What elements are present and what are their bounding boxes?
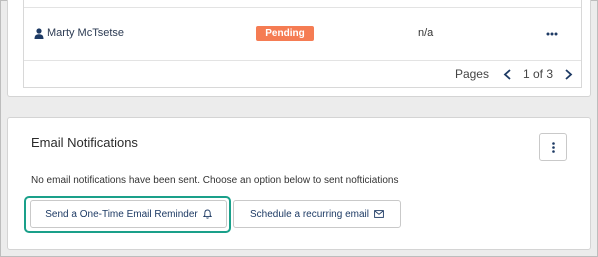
email-status-text: No email notifications have been sent. C… bbox=[31, 175, 399, 186]
envelope-icon bbox=[374, 210, 384, 218]
chevron-left-icon[interactable] bbox=[503, 68, 512, 80]
chevron-right-icon[interactable] bbox=[564, 68, 573, 80]
ellipsis-icon[interactable] bbox=[546, 32, 558, 36]
status-badge: Pending bbox=[256, 26, 314, 41]
assignments-table: Marty McTsetse Pending n/a Pages 1 of 3 bbox=[23, 0, 582, 88]
bell-icon bbox=[202, 209, 212, 219]
send-one-time-reminder-button[interactable]: Send a One-Time Email Reminder bbox=[30, 200, 227, 228]
vertical-ellipsis-icon bbox=[552, 142, 555, 153]
email-options-menu-button[interactable] bbox=[539, 133, 567, 161]
schedule-recurring-email-button[interactable]: Schedule a recurring email bbox=[233, 200, 401, 228]
user-cell: Marty McTsetse bbox=[34, 27, 124, 39]
schedule-recurring-email-label: Schedule a recurring email bbox=[250, 208, 369, 220]
email-notifications-card: Email Notifications No email notificatio… bbox=[7, 117, 591, 250]
send-one-time-reminder-label: Send a One-Time Email Reminder bbox=[45, 208, 198, 220]
table-row: Marty McTsetse Pending n/a bbox=[24, 7, 581, 61]
pagination: Pages 1 of 3 bbox=[455, 67, 573, 81]
user-name[interactable]: Marty McTsetse bbox=[47, 27, 124, 39]
page-indicator: 1 of 3 bbox=[522, 67, 553, 81]
email-notifications-title: Email Notifications bbox=[31, 135, 138, 150]
assignments-card: Marty McTsetse Pending n/a Pages 1 of 3 bbox=[7, 0, 591, 97]
user-icon bbox=[34, 27, 44, 39]
value-cell: n/a bbox=[418, 27, 434, 39]
pages-label: Pages bbox=[454, 67, 489, 81]
